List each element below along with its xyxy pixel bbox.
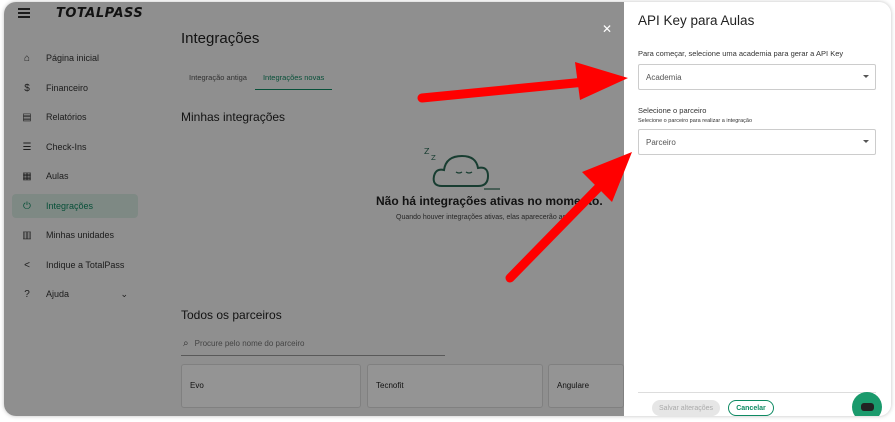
app-window: TOTALPASS ⌂ Página inicial $ Financeiro … [4, 2, 891, 416]
gym-select[interactable]: Academia [638, 64, 876, 90]
gym-field-label: Para começar, selecione uma academia par… [638, 49, 844, 58]
partner-field-label: Selecione o parceiro [638, 106, 707, 115]
save-button[interactable]: Salvar alterações [652, 400, 720, 416]
partner-select[interactable]: Parceiro [638, 129, 876, 155]
chat-icon [860, 403, 874, 411]
chat-button[interactable] [852, 392, 882, 416]
close-icon[interactable]: ✕ [602, 22, 612, 36]
modal-backdrop[interactable] [4, 2, 624, 416]
drawer-title: API Key para Aulas [638, 13, 755, 28]
api-key-drawer: API Key para Aulas Para começar, selecio… [624, 2, 891, 416]
gym-select-value: Academia [646, 72, 682, 82]
partner-select-value: Parceiro [646, 137, 676, 147]
partner-field-sublabel: Selecione o parceiro para realizar a int… [638, 118, 753, 124]
drawer-footer-divider [638, 392, 876, 393]
caret-down-icon [863, 140, 869, 143]
caret-down-icon [863, 75, 869, 78]
cancel-button[interactable]: Cancelar [728, 400, 774, 416]
